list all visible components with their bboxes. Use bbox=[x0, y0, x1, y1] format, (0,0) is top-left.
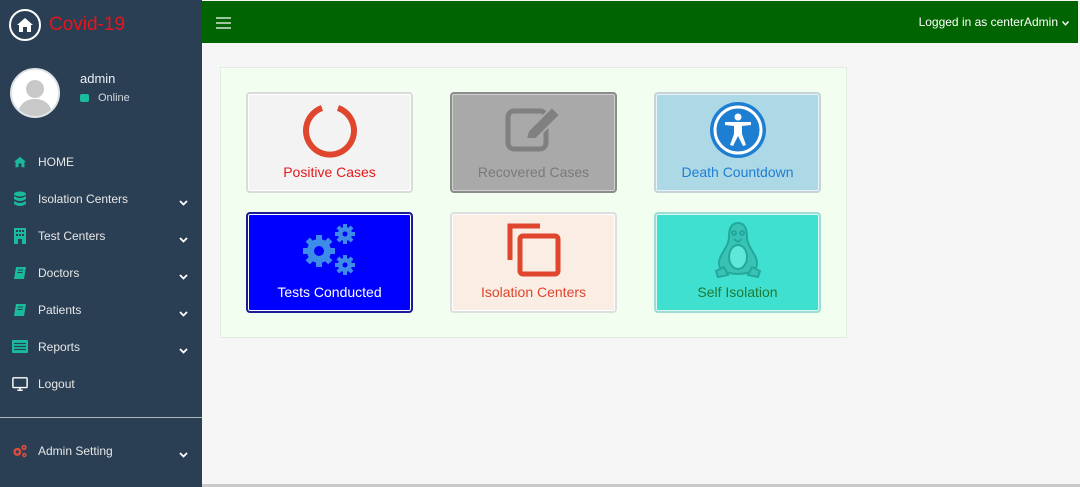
tile-label: Self Isolation bbox=[697, 284, 778, 300]
status-text: Online bbox=[98, 92, 130, 104]
brand[interactable]: Covid-19 bbox=[0, 0, 202, 50]
sidebar-item-patients[interactable]: Patients bbox=[0, 291, 202, 328]
sidebar-item-label: Isolation Centers bbox=[38, 191, 129, 206]
sidebar-item-logout[interactable]: Logout bbox=[0, 365, 202, 402]
sidebar-item-isolation-centers[interactable]: Isolation Centers bbox=[0, 180, 202, 217]
online-indicator bbox=[80, 94, 89, 102]
cogs-icon bbox=[12, 443, 28, 459]
monitor-icon bbox=[12, 376, 28, 392]
logged-in-text: Logged in as centerAdmin bbox=[918, 15, 1058, 29]
menu-toggle-icon[interactable] bbox=[216, 17, 231, 29]
sidebar-menu: HOME Isolation Centers Test Centers Doct… bbox=[0, 143, 202, 402]
user-dropdown[interactable]: Logged in as centerAdmin bbox=[918, 15, 1070, 29]
sidebar-item-home[interactable]: HOME bbox=[0, 143, 202, 180]
copy-icon bbox=[452, 220, 615, 280]
dashboard-panel: Positive Cases Recovered Cases Death Cou… bbox=[220, 67, 847, 338]
tile-label: Isolation Centers bbox=[480, 284, 587, 300]
linux-icon bbox=[656, 220, 819, 280]
home-icon bbox=[12, 154, 28, 170]
tile-label: Tests Conducted bbox=[277, 284, 382, 300]
chevron-down-icon[interactable] bbox=[179, 306, 188, 320]
chevron-down-icon[interactable] bbox=[179, 269, 188, 283]
tile-label: Positive Cases bbox=[283, 164, 376, 180]
sidebar-item-test-centers[interactable]: Test Centers bbox=[0, 217, 202, 254]
tile-positive-cases[interactable]: Positive Cases bbox=[246, 92, 413, 193]
tile-death-countdown[interactable]: Death Countdown bbox=[654, 92, 821, 193]
gears-icon bbox=[248, 220, 411, 280]
list-icon bbox=[12, 339, 28, 355]
tile-label: Recovered Cases bbox=[477, 164, 590, 180]
sidebar-divider bbox=[0, 417, 202, 418]
building-icon bbox=[12, 227, 28, 244]
book-icon bbox=[12, 302, 28, 318]
accessibility-icon bbox=[656, 100, 819, 160]
sidebar-item-reports[interactable]: Reports bbox=[0, 328, 202, 365]
chevron-down-icon[interactable] bbox=[179, 232, 188, 246]
tile-label: Death Countdown bbox=[681, 164, 794, 180]
sidebar: Covid-19 admin Online HOME Isolation Cen… bbox=[0, 0, 202, 487]
sidebar-item-label: HOME bbox=[38, 154, 74, 169]
user-profile: admin Online bbox=[10, 68, 130, 118]
database-icon bbox=[12, 191, 28, 207]
tile-tests-conducted[interactable]: Tests Conducted bbox=[246, 212, 413, 313]
sidebar-item-label: Logout bbox=[38, 376, 75, 391]
user-status: Online bbox=[80, 92, 130, 104]
home-icon[interactable] bbox=[9, 9, 41, 41]
chevron-down-icon[interactable] bbox=[179, 343, 188, 357]
avatar bbox=[10, 68, 60, 118]
sidebar-item-label: Patients bbox=[38, 302, 82, 317]
sidebar-item-doctors[interactable]: Doctors bbox=[0, 254, 202, 291]
chevron-down-icon[interactable] bbox=[179, 195, 188, 209]
chevron-down-icon[interactable] bbox=[179, 447, 188, 461]
top-navbar: Logged in as centerAdmin bbox=[202, 1, 1078, 43]
sidebar-item-label: Doctors bbox=[38, 265, 80, 280]
edit-icon bbox=[452, 100, 615, 160]
app-title[interactable]: Covid-19 bbox=[49, 14, 125, 36]
tile-isolation-centers[interactable]: Isolation Centers bbox=[450, 212, 617, 313]
sidebar-item-label: Reports bbox=[38, 339, 81, 354]
power-circle-icon bbox=[248, 100, 411, 160]
sidebar-item-label: Test Centers bbox=[38, 228, 106, 243]
book-icon bbox=[12, 265, 28, 281]
sidebar-item-label: Admin Setting bbox=[38, 443, 113, 458]
sidebar-item-admin-setting[interactable]: Admin Setting bbox=[0, 432, 202, 469]
user-name: admin bbox=[80, 71, 116, 86]
chevron-down-icon bbox=[1061, 15, 1070, 29]
tile-recovered-cases[interactable]: Recovered Cases bbox=[450, 92, 617, 193]
tile-self-isolation[interactable]: Self Isolation bbox=[654, 212, 821, 313]
